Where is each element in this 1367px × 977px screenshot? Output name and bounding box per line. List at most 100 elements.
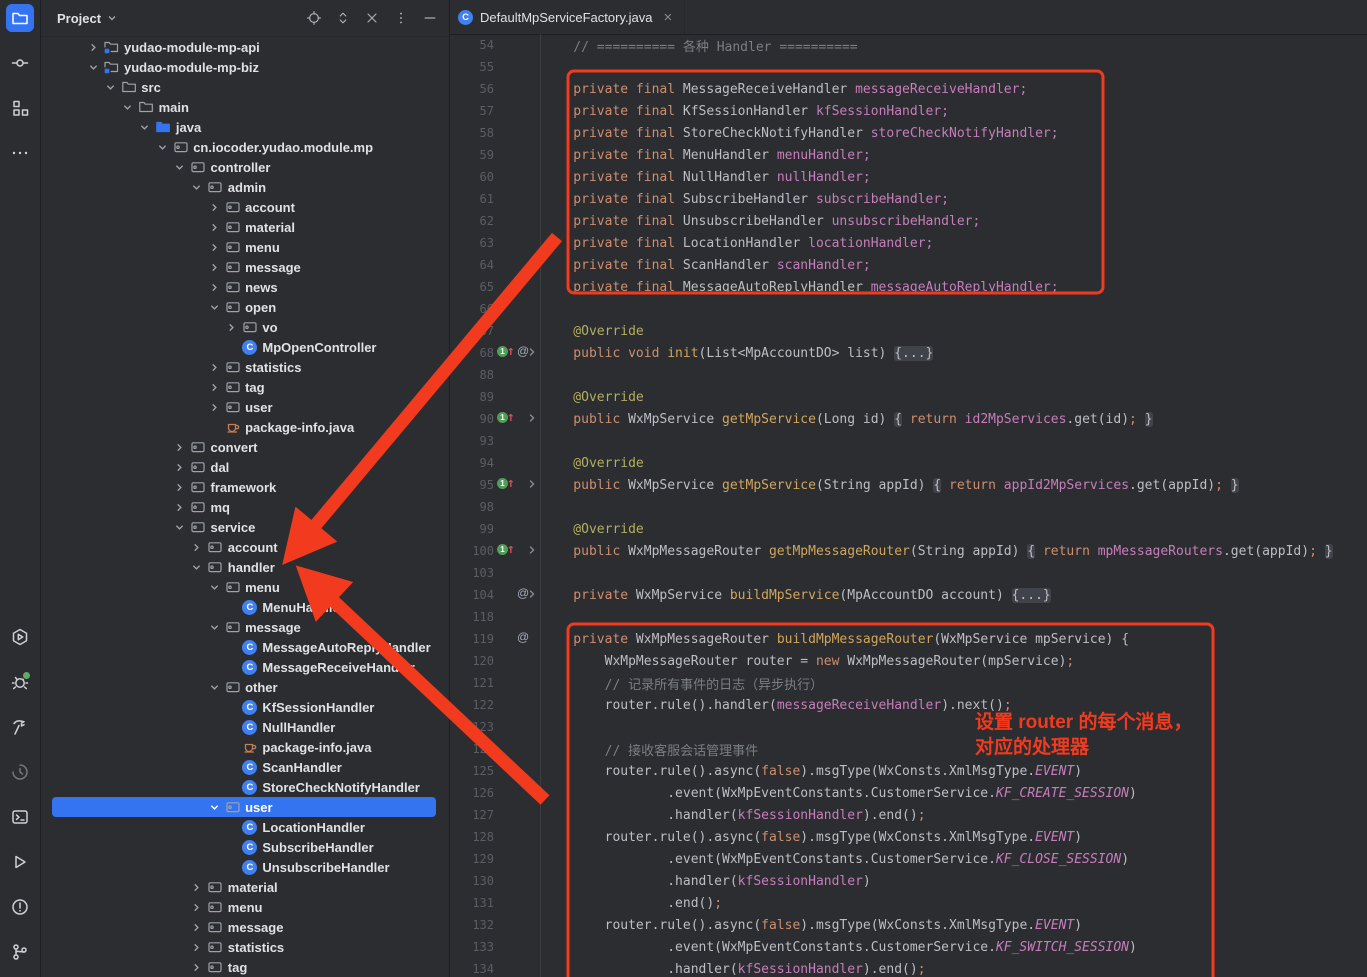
hide-panel-icon[interactable] [421,9,439,27]
fold-arrow-icon[interactable] [526,412,538,428]
chevron-down-icon[interactable] [154,139,170,155]
tree-item-message[interactable]: message [40,257,449,277]
chevron-down-icon[interactable] [206,579,222,595]
tree-item-package-info-java[interactable]: package-info.java [40,737,449,757]
tree-item-mq[interactable]: mq [40,497,449,517]
chevron-right-icon[interactable] [172,439,188,455]
tree-item-open[interactable]: open [40,297,449,317]
tree-item-other[interactable]: other [40,677,449,697]
chevron-down-icon[interactable] [172,159,188,175]
chevron-right-icon[interactable] [189,879,205,895]
implements-marker-icon[interactable]: 1↑ [497,411,515,424]
fold-arrow-icon[interactable] [526,544,538,560]
services-icon[interactable] [6,623,34,651]
tree-item-java[interactable]: java [40,117,449,137]
chevron-right-icon[interactable] [85,39,101,55]
tree-item-yudao-module-mp-biz[interactable]: yudao-module-mp-biz [40,57,449,77]
tree-item-mpopencontroller[interactable]: CMpOpenController [40,337,449,357]
tree-item-locationhandler[interactable]: CLocationHandler [40,817,449,837]
tree-item-menu[interactable]: menu [40,237,449,257]
commit-icon[interactable] [6,49,34,77]
profiler-icon[interactable] [6,758,34,786]
chevron-right-icon[interactable] [206,199,222,215]
options-icon[interactable] [392,9,410,27]
tree-item-material[interactable]: material [40,217,449,237]
tree-item-package-info-java[interactable]: package-info.java [40,417,449,437]
fold-arrow-icon[interactable] [526,588,538,604]
chevron-right-icon[interactable] [206,259,222,275]
chevron-right-icon[interactable] [223,319,239,335]
tree-item-statistics[interactable]: statistics [40,357,449,377]
fold-arrow-icon[interactable] [526,346,538,362]
tree-item-menu[interactable]: menu [40,897,449,917]
chevron-down-icon[interactable] [102,79,118,95]
tree-item-message[interactable]: message [40,917,449,937]
chevron-right-icon[interactable] [189,959,205,975]
tree-item-cn-iocoder-yudao-module-mp[interactable]: cn.iocoder.yudao.module.mp [40,137,449,157]
tree-item-convert[interactable]: convert [40,437,449,457]
chevron-right-icon[interactable] [206,359,222,375]
chevron-down-icon[interactable] [137,119,153,135]
chevron-down-icon[interactable] [206,619,222,635]
fold-arrow-icon[interactable] [526,478,538,494]
chevron-right-icon[interactable] [189,919,205,935]
implements-marker-icon[interactable]: 1↑ [497,543,515,556]
problems-icon[interactable] [6,893,34,921]
tree-item-statistics[interactable]: statistics [40,937,449,957]
chevron-down-icon[interactable] [172,519,188,535]
chevron-right-icon[interactable] [189,899,205,915]
tree-item-admin[interactable]: admin [40,177,449,197]
tree-item-main[interactable]: main [40,97,449,117]
terminal-icon[interactable] [6,803,34,831]
chevron-down-icon[interactable] [106,12,118,24]
chevron-right-icon[interactable] [206,379,222,395]
tree-item-vo[interactable]: vo [40,317,449,337]
tree-item-controller[interactable]: controller [40,157,449,177]
debug-icon[interactable] [6,668,34,696]
chevron-down-icon[interactable] [85,59,101,75]
tree-item-yudao-module-mp-api[interactable]: yudao-module-mp-api [40,37,449,57]
tree-item-tag[interactable]: tag [40,957,449,977]
git-branch-icon[interactable] [6,938,34,966]
tree-item-messageautoreplyhandler[interactable]: CMessageAutoReplyHandler [40,637,449,657]
run-icon[interactable] [6,848,34,876]
chevron-down-icon[interactable] [120,99,136,115]
tree-item-nullhandler[interactable]: CNullHandler [40,717,449,737]
chevron-right-icon[interactable] [189,539,205,555]
tree-item-user[interactable]: user [40,797,449,817]
implements-marker-icon[interactable]: 1↑ [497,477,515,490]
tree-item-menuhandler[interactable]: CMenuHandler [40,597,449,617]
collapse-all-icon[interactable] [363,9,381,27]
tab-defaultmpservicefactory[interactable]: C DefaultMpServiceFactory.java × [450,0,685,34]
project-panel-title[interactable]: Project [57,11,101,26]
tree-item-message[interactable]: message [40,617,449,637]
chevron-down-icon[interactable] [189,559,205,575]
tree-item-subscribehandler[interactable]: CSubscribeHandler [40,837,449,857]
tree-item-account[interactable]: account [40,197,449,217]
code-editor[interactable]: 54 // ========== 各种 Handler ==========55… [450,34,1367,977]
chevron-right-icon[interactable] [206,279,222,295]
tree-item-src[interactable]: src [40,77,449,97]
chevron-down-icon[interactable] [206,799,222,815]
implements-marker-icon[interactable]: 1↑ [497,345,515,358]
chevron-right-icon[interactable] [189,939,205,955]
chevron-right-icon[interactable] [172,479,188,495]
chevron-down-icon[interactable] [189,179,205,195]
chevron-right-icon[interactable] [172,499,188,515]
tree-item-storechecknotifyhandler[interactable]: CStoreCheckNotifyHandler [40,777,449,797]
tree-item-handler[interactable]: handler [40,557,449,577]
tree-item-menu[interactable]: menu [40,577,449,597]
project-folder-icon[interactable] [6,4,34,32]
tree-item-framework[interactable]: framework [40,477,449,497]
tree-item-unsubscribehandler[interactable]: CUnsubscribeHandler [40,857,449,877]
tree-item-news[interactable]: news [40,277,449,297]
tree-item-material[interactable]: material [40,877,449,897]
tree-item-messagereceivehandler[interactable]: CMessageReceiveHandler [40,657,449,677]
tree-item-service[interactable]: service [40,517,449,537]
structure-icon[interactable] [6,94,34,122]
more-tools-icon[interactable] [6,139,34,167]
expand-collapse-icon[interactable] [334,9,352,27]
chevron-right-icon[interactable] [206,219,222,235]
chevron-right-icon[interactable] [172,459,188,475]
locate-icon[interactable] [305,9,323,27]
